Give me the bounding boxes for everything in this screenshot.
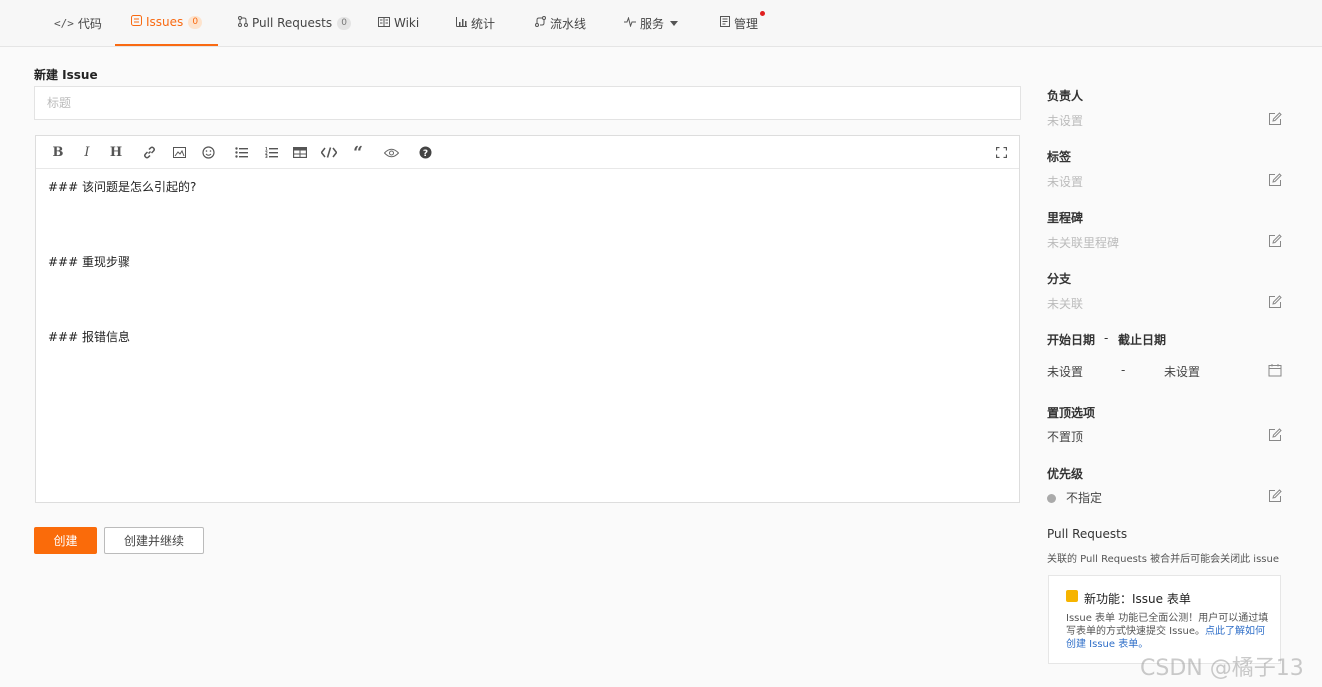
assignee-value: 未设置 xyxy=(1047,114,1084,128)
due-date-label: 截止日期 xyxy=(1118,333,1167,347)
quote-icon[interactable]: “ xyxy=(349,143,367,163)
tags-label: 标签 xyxy=(1047,150,1072,164)
code-block-icon[interactable] xyxy=(320,144,338,161)
help-icon[interactable]: ? xyxy=(416,144,434,161)
chart-icon xyxy=(456,16,467,30)
wiki-icon xyxy=(378,16,390,30)
manage-icon xyxy=(720,16,730,30)
editor-toolbar: B I H 123 “ ? xyxy=(36,136,1019,169)
editor-line: ### 报错信息 xyxy=(48,330,130,344)
tab-issues[interactable]: Issues 0 xyxy=(115,0,219,46)
image-icon[interactable] xyxy=(170,144,188,161)
pull-request-icon xyxy=(238,16,248,30)
edit-icon[interactable] xyxy=(1268,489,1282,503)
tab-services[interactable]: 服务 xyxy=(624,0,679,46)
pull-requests-note: 关联的 Pull Requests 被合并后可能会关闭此 issue xyxy=(1047,554,1279,565)
calendar-icon[interactable] xyxy=(1268,363,1282,377)
priority-dot-icon xyxy=(1047,494,1056,503)
tab-manage[interactable]: 管理 xyxy=(720,0,758,46)
page-title: 新建 Issue xyxy=(34,68,98,82)
create-button[interactable]: 创建 xyxy=(34,527,97,554)
edit-icon[interactable] xyxy=(1268,173,1282,187)
date-separator: - xyxy=(1104,331,1109,345)
editor-line: ### 重现步骤 xyxy=(48,255,130,269)
tab-wiki[interactable]: Wiki xyxy=(378,0,419,46)
start-date-value[interactable]: 未设置 xyxy=(1047,363,1083,380)
watermark: CSDN @橘子13 xyxy=(1140,656,1304,681)
pull-requests-label: Pull Requests xyxy=(1047,527,1128,541)
table-icon[interactable] xyxy=(291,144,309,161)
pin-value: 不置顶 xyxy=(1047,430,1084,444)
ordered-list-icon[interactable]: 123 xyxy=(262,144,280,161)
priority-value: 不指定 xyxy=(1047,489,1102,506)
start-date-label: 开始日期 xyxy=(1047,333,1096,347)
assignee-label: 负责人 xyxy=(1047,89,1084,103)
priority-label: 优先级 xyxy=(1047,467,1084,481)
pulse-icon xyxy=(624,15,636,30)
milestone-label: 里程碑 xyxy=(1047,211,1084,225)
repo-nav: </> 代码 Issues 0 Pull Requests 0 Wiki 统计 … xyxy=(0,0,1322,47)
unordered-list-icon[interactable] xyxy=(232,144,250,161)
notification-dot xyxy=(760,11,765,16)
tab-pipeline[interactable]: 流水线 xyxy=(535,0,586,46)
tab-code[interactable]: </> 代码 xyxy=(54,0,102,46)
italic-icon[interactable]: I xyxy=(78,144,96,161)
preview-eye-icon[interactable] xyxy=(382,144,400,161)
issue-icon xyxy=(131,15,142,29)
markdown-editor: B I H 123 “ ? ### 该问题是怎么引起的? ### 重现步骤 ##… xyxy=(35,135,1020,503)
feature-description: Issue 表单 功能已全面公测！用户可以通过填写表单的方式快速提交 Issue… xyxy=(1066,613,1269,650)
tags-value: 未设置 xyxy=(1047,175,1084,189)
link-icon[interactable] xyxy=(140,144,158,161)
branch-value: 未关联 xyxy=(1047,297,1084,311)
bold-icon[interactable]: B xyxy=(49,144,67,161)
edit-icon[interactable] xyxy=(1268,234,1282,248)
heading-icon[interactable]: H xyxy=(107,144,125,161)
editor-line: ### 该问题是怎么引起的? xyxy=(48,180,197,194)
feature-title: 新功能：Issue 表单 xyxy=(1084,592,1191,606)
issues-count-badge: 0 xyxy=(188,15,203,29)
tab-statistics[interactable]: 统计 xyxy=(456,0,495,46)
milestone-value: 未关联里程碑 xyxy=(1047,236,1120,250)
edit-icon[interactable] xyxy=(1268,428,1282,442)
chevron-down-icon xyxy=(670,20,679,26)
create-and-continue-button[interactable]: 创建并继续 xyxy=(104,527,204,554)
pull-requests-count-badge: 0 xyxy=(337,16,352,30)
fullscreen-icon[interactable] xyxy=(992,144,1010,161)
due-date-value[interactable]: 未设置 xyxy=(1164,363,1200,380)
edit-icon[interactable] xyxy=(1268,295,1282,309)
pin-label: 置顶选项 xyxy=(1047,406,1096,420)
tab-pull-requests[interactable]: Pull Requests 0 xyxy=(238,0,352,46)
branch-label: 分支 xyxy=(1047,272,1072,286)
emoji-icon[interactable] xyxy=(199,144,217,161)
date-value-separator: - xyxy=(1121,363,1126,377)
code-icon: </> xyxy=(54,16,74,30)
svg-text:?: ? xyxy=(422,149,427,159)
edit-icon[interactable] xyxy=(1268,112,1282,126)
lightbulb-icon xyxy=(1066,590,1078,602)
svg-text:3: 3 xyxy=(265,154,268,158)
title-input[interactable] xyxy=(34,86,1021,120)
pipeline-icon xyxy=(535,16,546,30)
